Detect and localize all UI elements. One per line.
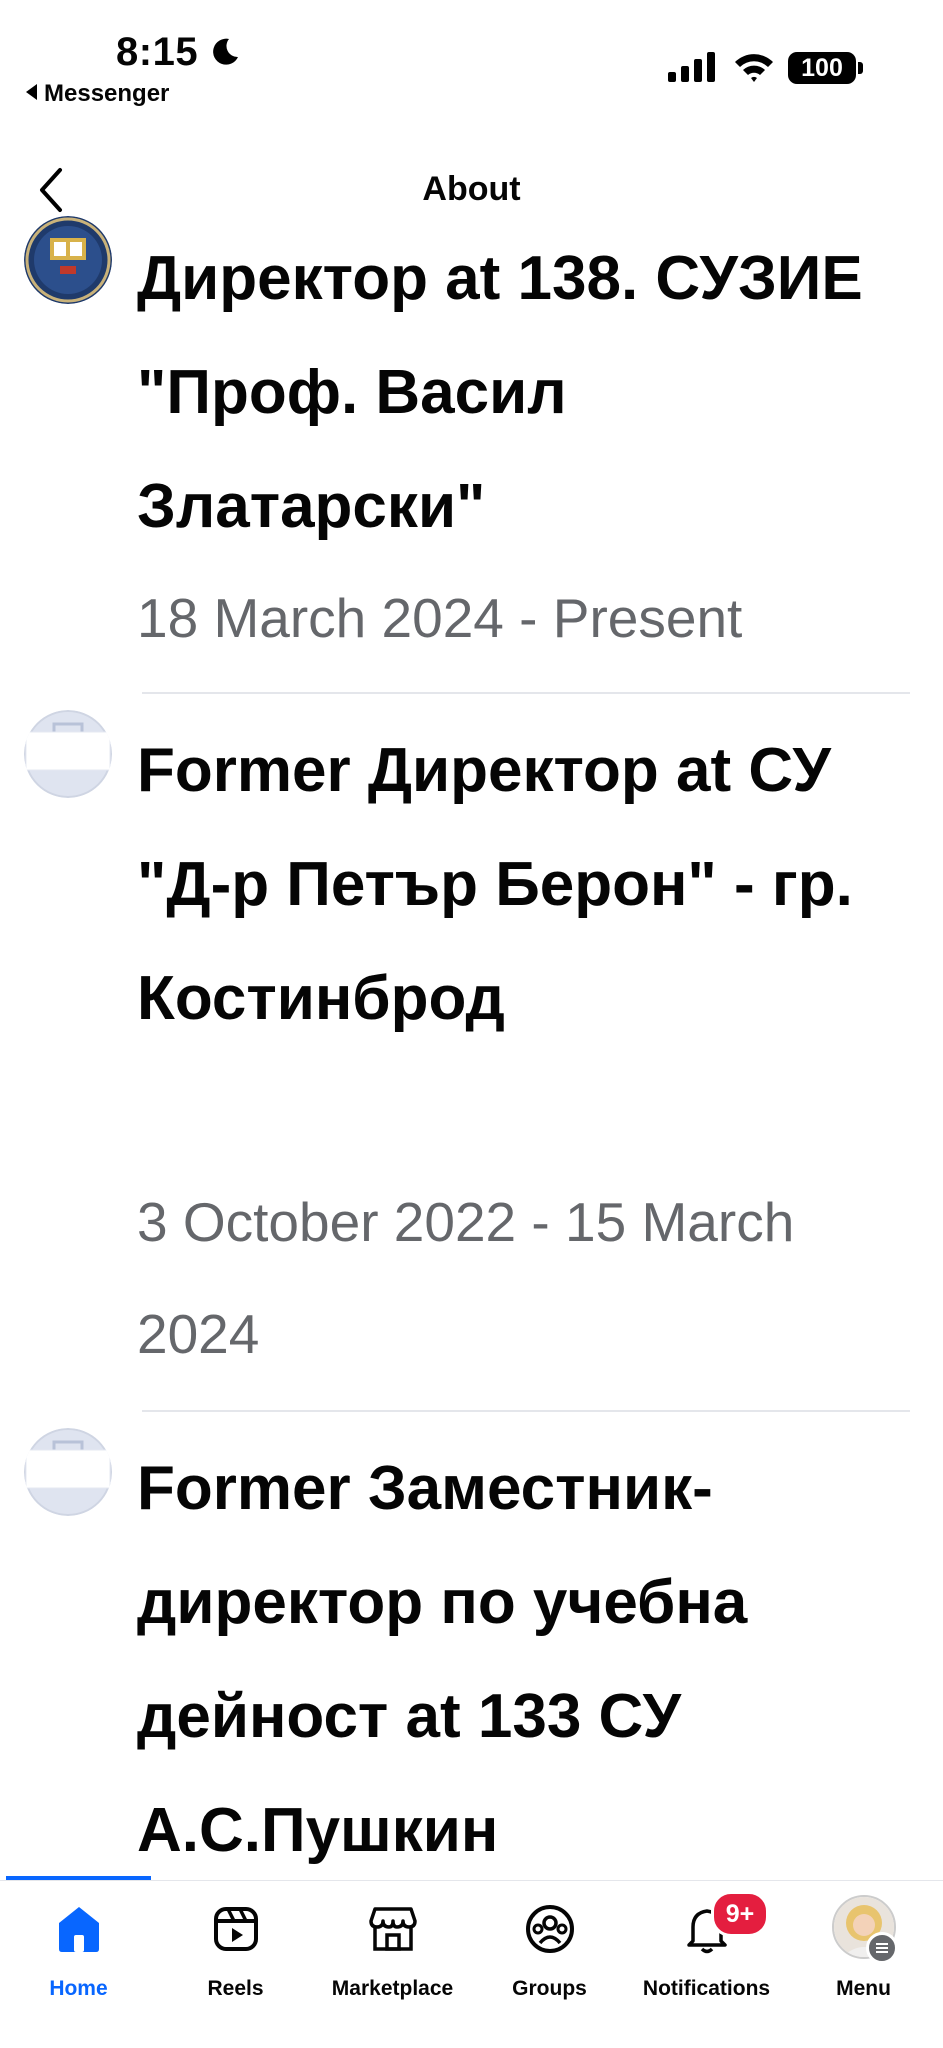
menu-lines-icon (876, 1943, 888, 1953)
tab-home[interactable]: Home (0, 1881, 157, 2048)
job-title: Former Директор at СУ "Д-р Петър Берон" … (137, 736, 853, 1033)
notifications-badge: 9+ (711, 1891, 769, 1937)
wifi-icon (735, 54, 773, 82)
tab-marketplace[interactable]: Marketplace (314, 1881, 471, 2048)
page-header: About (0, 150, 943, 230)
back-to-messenger-link[interactable]: Messenger (26, 80, 169, 108)
status-time: 8:15 (116, 30, 199, 74)
job-title: Директор at 138. СУЗИЕ "Проф. Васил Злат… (137, 244, 863, 541)
home-icon (58, 1907, 99, 1952)
battery-tip (858, 62, 863, 74)
page-title: About (422, 170, 521, 208)
divider (142, 692, 910, 694)
reels-icon (213, 1907, 258, 1951)
bottom-tab-bar: Home Reels Marketplace Groups Notificati… (0, 1881, 943, 2048)
tab-label: Menu (836, 1977, 891, 2000)
job-title: Former Заместник-директор по учебна дейн… (137, 1454, 748, 1865)
tab-label: Marketplace (331, 1977, 454, 2000)
tab-label: Home (49, 1977, 108, 2000)
cellular-signal-icon (668, 52, 715, 82)
battery-indicator: 100 (788, 52, 856, 84)
job-dates: 3 October 2022 - 15 March 2024 (137, 1191, 795, 1365)
briefcase-icon (24, 1428, 112, 1516)
school-logo-icon (24, 216, 112, 304)
groups-icon (525, 1905, 574, 1953)
status-bar: 8:15 Messenger 100 (0, 0, 943, 120)
divider (142, 1410, 910, 1412)
job-dates: 18 March 2024 - Present (137, 587, 743, 649)
tab-label: Reels (207, 1977, 264, 2000)
briefcase-icon (24, 710, 112, 798)
tab-label: Notifications (642, 1977, 771, 2000)
tab-label: Groups (512, 1977, 587, 2000)
tab-reels[interactable]: Reels (157, 1881, 314, 2048)
marketplace-icon (368, 1907, 417, 1951)
back-app-label: Messenger (44, 80, 170, 107)
tab-groups[interactable]: Groups (471, 1881, 628, 2048)
moon-icon (213, 38, 238, 65)
back-triangle-icon (26, 84, 37, 100)
menu-options-icon (866, 1932, 898, 1964)
